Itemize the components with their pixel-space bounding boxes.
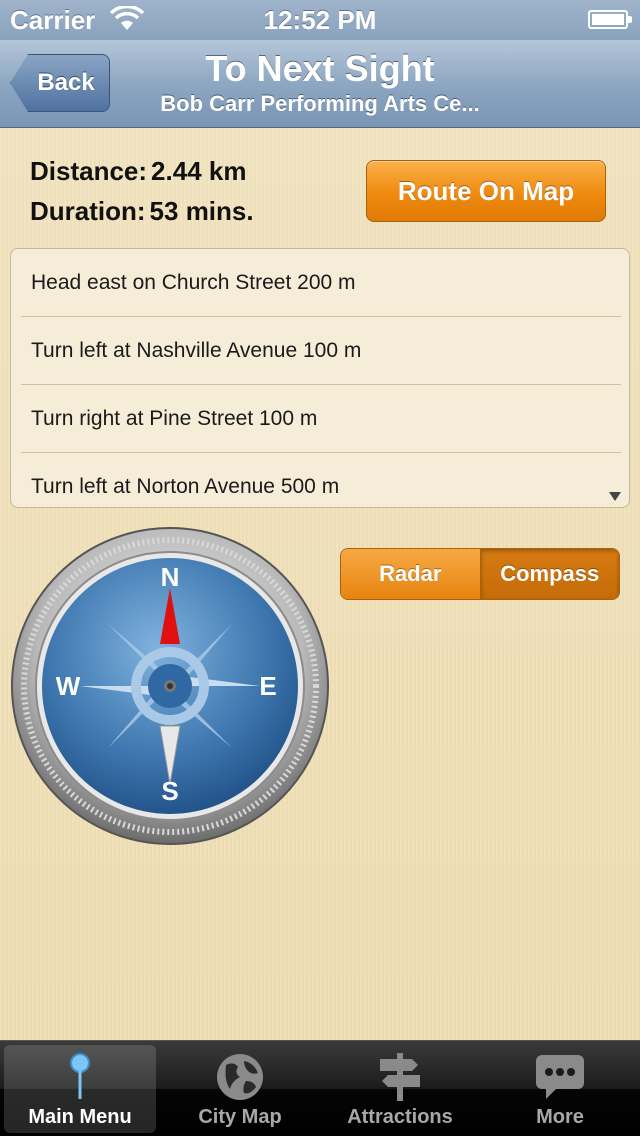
duration-value: 53 mins.	[149, 196, 254, 226]
destination-subtitle: Bob Carr Performing Arts Ce...	[160, 91, 480, 116]
tab-label: City Map	[198, 1106, 282, 1128]
signpost-icon	[380, 1053, 420, 1101]
distance-row: Distance: 2.44 km	[30, 156, 246, 187]
clock: 12:52 PM	[263, 5, 377, 35]
compass-icon: N S E W	[11, 527, 329, 845]
direction-item[interactable]: Head east on Church Street 200 m	[21, 249, 621, 317]
tab-bar: Main Menu City Map Attractions More	[0, 1040, 640, 1136]
tab-more[interactable]: More	[484, 1045, 636, 1133]
back-button[interactable]: Back	[10, 54, 110, 112]
compass-south-label: S	[161, 776, 178, 806]
tab-main-menu[interactable]: Main Menu	[4, 1045, 156, 1133]
compass-east-label: E	[259, 671, 276, 701]
scroll-down-arrow-icon	[609, 492, 621, 501]
tab-label: More	[536, 1106, 584, 1128]
tab-label: Main Menu	[28, 1106, 132, 1128]
directions-list[interactable]: Head east on Church Street 200 m Turn le…	[10, 248, 630, 508]
page-title: To Next Sight	[205, 48, 435, 89]
direction-item[interactable]: Turn right at Pine Street 100 m	[21, 385, 621, 453]
duration-label: Duration:	[30, 196, 146, 226]
distance-value: 2.44 km	[151, 156, 247, 186]
speech-bubble-icon	[536, 1055, 584, 1099]
globe-icon	[217, 1054, 263, 1100]
tab-attractions[interactable]: Attractions	[324, 1045, 476, 1133]
direction-item[interactable]: Turn left at Norton Avenue 500 m	[21, 453, 621, 507]
compass-west-label: W	[56, 671, 81, 701]
navigation-bar: Back To Next Sight Bob Carr Performing A…	[0, 40, 640, 128]
route-on-map-button[interactable]: Route On Map	[366, 160, 606, 222]
pin-icon	[70, 1053, 90, 1099]
distance-label: Distance:	[30, 156, 148, 186]
main-content: Distance: 2.44 km Duration: 53 mins. Route…	[0, 128, 640, 1040]
direction-item[interactable]: Turn left at Nashville Avenue 100 m	[21, 317, 621, 385]
tab-label: Attractions	[347, 1106, 453, 1128]
status-bar: Carrier 12:52 PM	[0, 0, 640, 40]
compass-north-label: N	[161, 562, 180, 592]
battery-icon	[588, 10, 632, 29]
radar-segment[interactable]: Radar	[341, 549, 481, 599]
compass-segment[interactable]: Compass	[480, 549, 619, 599]
duration-row: Duration: 53 mins.	[30, 196, 254, 227]
mode-segmented-control: Radar Compass	[340, 548, 620, 600]
tab-city-map[interactable]: City Map	[164, 1045, 316, 1133]
